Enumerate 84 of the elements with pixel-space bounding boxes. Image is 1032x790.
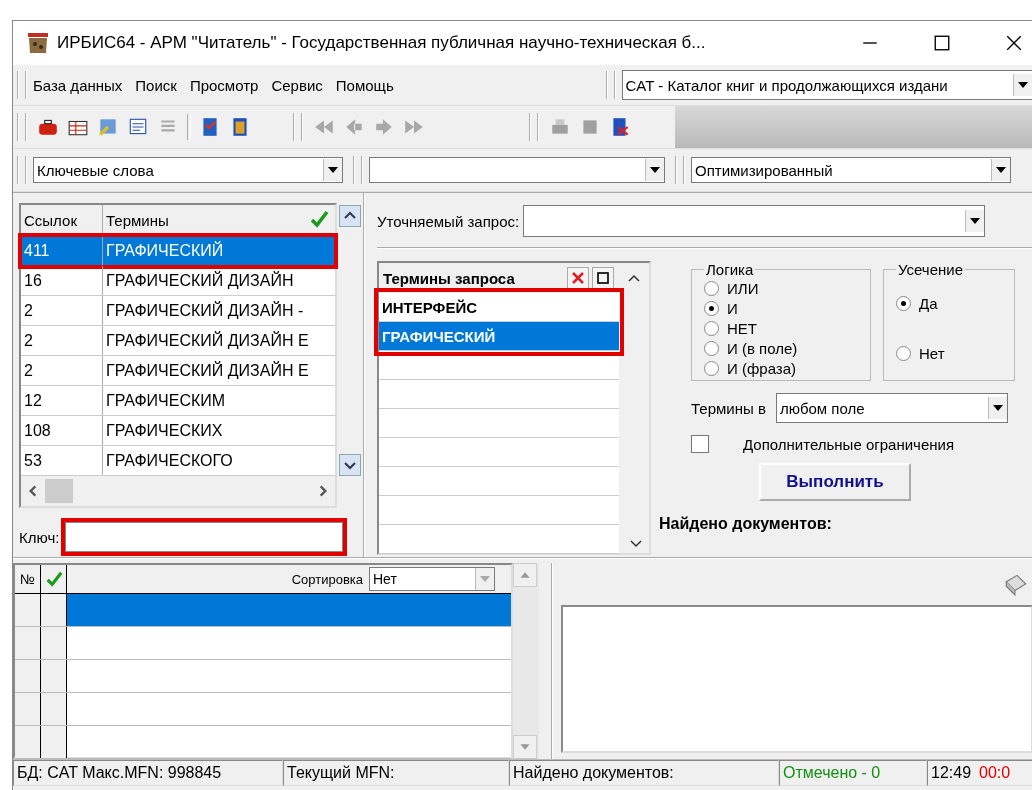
table-row[interactable]: 16 ГРАФИЧЕСКИЙ ДИЗАЙН — [21, 266, 336, 296]
close-icon[interactable] — [1005, 34, 1023, 52]
menu-item[interactable]: Помощь — [335, 76, 394, 94]
checkbox-label: Дополнительные ограничения — [743, 435, 954, 453]
status-text: Текущий MFN: — [283, 760, 509, 786]
table-cell-text: ГРАФИЧЕСКИЙ — [105, 240, 225, 261]
timer-text: 00:0 — [979, 764, 1011, 782]
table-row[interactable] — [15, 594, 511, 627]
radio-option[interactable]: И (фраза) — [704, 358, 864, 378]
checkmark-icon — [309, 209, 330, 229]
run-button[interactable]: Выполнить — [759, 463, 911, 501]
table-row[interactable]: 12 ГРАФИЧЕСКИМ — [21, 386, 336, 416]
table-cell: 2 — [21, 326, 103, 355]
status-text: БД: CAT Макс.MFN: 998845 — [13, 760, 283, 786]
toolbar-grip[interactable] — [17, 113, 27, 141]
list-title: Термины запроса — [383, 269, 516, 287]
toolbar-grip[interactable] — [17, 156, 27, 184]
key-label: Ключ: — [19, 528, 60, 546]
scroll-thumb[interactable] — [45, 479, 73, 503]
table-cell-text: ГРАФИЧЕСКОГО — [105, 450, 234, 471]
scroll-up-icon[interactable] — [339, 205, 362, 227]
toolbar-grip[interactable] — [529, 113, 539, 141]
radio-option[interactable]: Да — [896, 278, 1008, 328]
clock-text: 12:49 — [931, 764, 972, 782]
menu-item[interactable]: Сервис — [271, 76, 323, 94]
radio-option[interactable]: И (в поле) — [704, 338, 864, 358]
found-label: Найдено документов: — [659, 515, 833, 533]
app-logo-icon — [27, 32, 49, 54]
table-row[interactable]: 2 ГРАФИЧЕСКИЙ ДИЗАЙН Е — [21, 356, 336, 386]
menu-item[interactable]: База данных — [32, 76, 123, 94]
query-dropdown[interactable] — [523, 205, 986, 237]
toolbar-grip[interactable] — [17, 71, 27, 99]
list-item[interactable]: ГРАФИЧЕСКИЙ — [379, 322, 619, 351]
sort-label: Сортировка — [291, 571, 363, 587]
scroll-up-icon[interactable] — [627, 273, 641, 283]
radio-option[interactable]: И — [704, 298, 864, 318]
delete-icon[interactable] — [567, 267, 589, 289]
toolbar-grip[interactable] — [675, 156, 685, 184]
table-cell: 411 — [21, 236, 103, 265]
checkmark-icon — [44, 570, 63, 588]
database-dropdown[interactable]: CAT - Каталог книг и продолжающихся издани — [621, 70, 1032, 100]
table-row[interactable]: 2 ГРАФИЧЕСКИЙ ДИЗАЙН Е — [21, 326, 336, 356]
table-cell-text: ГРАФИЧЕСКИЙ ДИЗАЙН Е — [105, 330, 310, 351]
table-cell: 12 — [21, 386, 103, 415]
status-text: Найдено документов: — [509, 760, 779, 786]
column-header[interactable]: Термины — [103, 205, 336, 235]
table-cell: 2 — [21, 296, 103, 325]
maximize-icon[interactable] — [933, 34, 951, 52]
scrollbar[interactable] — [21, 476, 336, 506]
table-row[interactable]: 411 ГРАФИЧЕСКИЙ — [21, 236, 336, 266]
table-cell-text: ГРАФИЧЕСКИЙ ДИЗАЙН - — [105, 300, 305, 321]
table-row[interactable]: 108 ГРАФИЧЕСКИХ — [21, 416, 336, 446]
search-mode-dropdown[interactable]: Оптимизированный — [691, 157, 1011, 183]
sort-dropdown[interactable]: Нет — [369, 567, 495, 591]
square-icon[interactable] — [592, 267, 614, 289]
toolbar-grip[interactable] — [293, 113, 303, 141]
radio-option[interactable]: ИЛИ — [704, 278, 864, 298]
table-cell: 53 — [21, 446, 103, 475]
table-cell-text: ГРАФИЧЕСКИХ — [105, 420, 224, 441]
status-text: Отмечено - 0 — [779, 760, 927, 786]
query-label: Уточняемый запрос: — [377, 212, 520, 230]
search-type-dropdown[interactable]: Ключевые слова — [33, 157, 343, 183]
group-title: Логика — [705, 261, 755, 278]
checkbox[interactable] — [691, 435, 709, 453]
group-title: Усечение — [897, 261, 965, 278]
toolbar-grip[interactable] — [605, 71, 616, 99]
table-row[interactable]: 2 ГРАФИЧЕСКИЙ ДИЗАЙН - — [21, 296, 336, 326]
table-cell-text: ГРАФИЧЕСКИМ — [105, 390, 227, 411]
menu-item[interactable]: Просмотр — [189, 76, 259, 94]
scroll-down-icon[interactable] — [339, 454, 362, 476]
window-title: ИРБИС64 - АРМ "Читатель" - Государственная публичная научно-техническая б... — [57, 33, 707, 53]
table-cell-text: ГРАФИЧЕСКИЙ ДИЗАЙН Е — [105, 360, 310, 381]
radio-option[interactable]: НЕТ — [704, 318, 864, 338]
table-cell: 108 — [21, 416, 103, 445]
toolbar-grip[interactable] — [353, 156, 363, 184]
menu-item[interactable]: Поиск — [135, 76, 177, 94]
table-cell: 16 — [21, 266, 103, 295]
terms-in-label: Термины в — [691, 399, 766, 417]
scroll-down-icon[interactable] — [629, 539, 643, 549]
field-dropdown[interactable]: любом поле — [775, 393, 1008, 423]
search-dropdown[interactable] — [369, 157, 665, 183]
table-cell: 2 — [21, 356, 103, 385]
radio-option[interactable]: Нет — [896, 328, 1008, 378]
table-cell-text: ГРАФИЧЕСКИЙ ДИЗАЙН — [105, 270, 295, 291]
